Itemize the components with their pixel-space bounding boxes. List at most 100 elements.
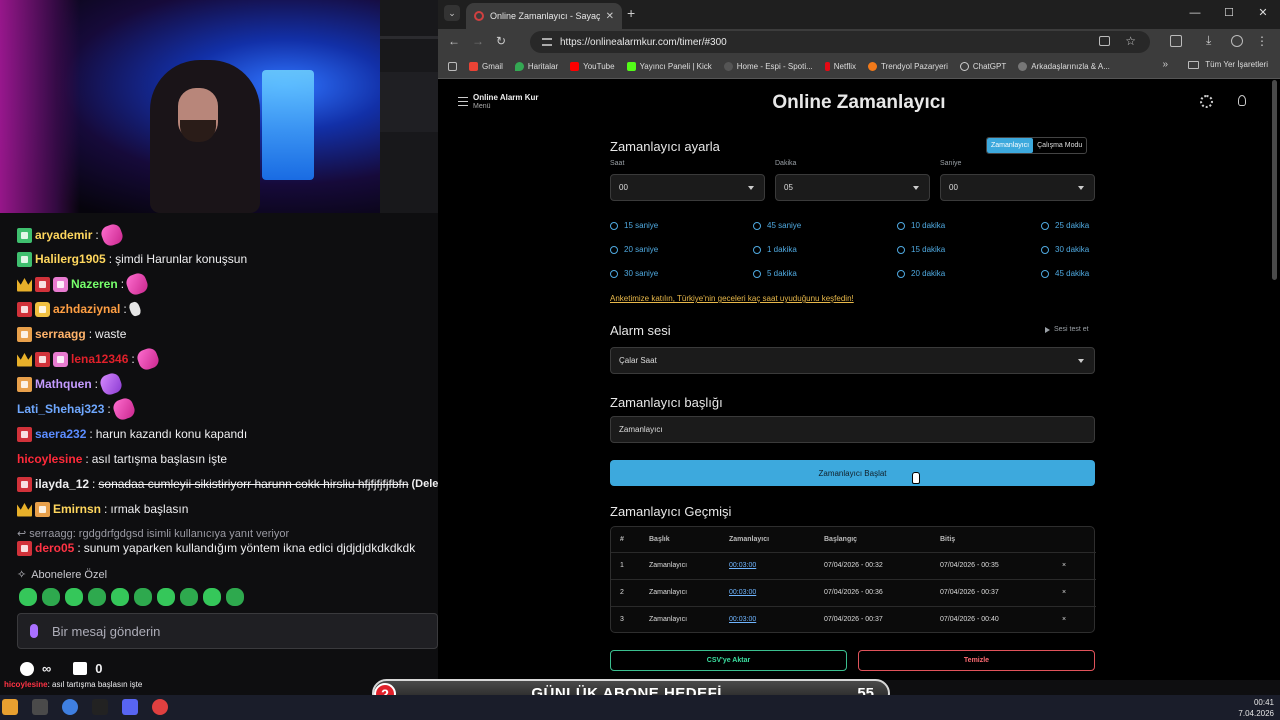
chat-username[interactable]: hicoylesine	[17, 452, 82, 466]
close-window-icon[interactable]: ✕	[1246, 0, 1280, 26]
chat-username[interactable]: azhdaziynal	[53, 302, 120, 316]
timer-title-input[interactable]: Zamanlayıcı	[610, 416, 1095, 443]
duration-link[interactable]: 00:03:00	[729, 562, 756, 569]
duration-link[interactable]: 00:03:00	[729, 589, 756, 596]
more-bookmarks-icon[interactable]: »	[1162, 59, 1168, 70]
chat-username[interactable]: Mathquen	[35, 377, 92, 391]
emote-icon[interactable]	[19, 588, 37, 606]
hour-select[interactable]: 00	[610, 174, 765, 201]
bookmark-star-icon[interactable]: ☆	[1125, 34, 1136, 48]
chat-username[interactable]: serraagg	[35, 327, 86, 341]
chat-message: serraagg: waste	[17, 323, 126, 345]
new-tab-icon[interactable]: +	[627, 5, 635, 21]
profile-icon[interactable]	[1231, 35, 1243, 47]
preset-link[interactable]: 25 dakika	[1041, 221, 1089, 230]
close-tab-icon[interactable]: ✕	[606, 11, 614, 22]
system-clock[interactable]: 00:41 7.04.2026	[1238, 697, 1274, 719]
download-icon[interactable]: ⤓	[1206, 33, 1211, 48]
app-icon[interactable]	[92, 699, 108, 715]
bookmark-youtube[interactable]: YouTube	[570, 62, 615, 71]
lightbulb-icon[interactable]	[1238, 95, 1246, 106]
chat-input[interactable]: Bir mesaj gönderin	[17, 613, 438, 649]
preset-link[interactable]: 1 dakika	[753, 245, 797, 254]
delete-row-icon[interactable]: ×	[1062, 562, 1066, 569]
clear-history-button[interactable]: Temizle	[858, 650, 1095, 671]
chrome-icon[interactable]	[62, 699, 78, 715]
gmail-icon	[469, 62, 478, 71]
emote-icon[interactable]	[203, 588, 221, 606]
bookmark-trendyol[interactable]: Trendyol Pazaryeri	[868, 62, 948, 71]
bookmark-maps[interactable]: Haritalar	[514, 62, 558, 71]
chat-username[interactable]: lena12346	[71, 352, 128, 366]
install-app-icon[interactable]	[1099, 36, 1110, 46]
emote-icon[interactable]	[111, 588, 129, 606]
alarm-sound-select[interactable]: Çalar Saat	[610, 347, 1095, 374]
preset-link[interactable]: 30 saniye	[610, 269, 658, 278]
chat-username[interactable]: ilayda_12	[35, 477, 89, 491]
all-bookmarks[interactable]: Tüm Yer İşaretleri	[1188, 60, 1268, 69]
export-csv-button[interactable]: CSV'ye Aktar	[610, 650, 847, 671]
chat-username[interactable]: Halilerg1905	[35, 252, 106, 266]
app-icon[interactable]	[2, 699, 18, 715]
preset-link[interactable]: 30 dakika	[1041, 245, 1089, 254]
delete-row-icon[interactable]: ×	[1062, 616, 1066, 623]
emote-icon[interactable]	[180, 588, 198, 606]
preset-link[interactable]: 10 dakika	[897, 221, 945, 230]
chat-username[interactable]: dero05	[35, 541, 74, 555]
app-icon[interactable]	[152, 699, 168, 715]
chat-username[interactable]: Emirnsn	[53, 502, 101, 516]
page-scrollbar[interactable]	[1272, 80, 1277, 280]
tab-search-icon[interactable]: ⌄	[444, 5, 460, 21]
emote-icon[interactable]	[42, 588, 60, 606]
emote-icon[interactable]	[88, 588, 106, 606]
app-icon[interactable]	[32, 699, 48, 715]
preset-link[interactable]: 15 saniye	[610, 221, 658, 230]
back-icon[interactable]: ←	[448, 34, 460, 48]
reload-icon[interactable]: ↻	[496, 34, 506, 48]
mode-timer-button[interactable]: Zamanlayıcı	[987, 138, 1034, 153]
preset-link[interactable]: 20 dakika	[897, 269, 945, 278]
bookmark-spotify[interactable]: Home - Espi - Spoti...	[723, 62, 813, 71]
preset-link[interactable]: 5 dakika	[753, 269, 797, 278]
emote-icon[interactable]	[65, 588, 83, 606]
site-info-icon[interactable]	[542, 38, 552, 46]
address-bar[interactable]: https://onlinealarmkur.com/timer/#300 ☆	[530, 31, 1150, 53]
preset-link[interactable]: 45 dakika	[1041, 269, 1089, 278]
bookmark-chatgpt[interactable]: ChatGPT	[959, 62, 1006, 71]
test-sound-button[interactable]: Sesi test et	[1045, 326, 1089, 333]
preset-link[interactable]: 15 dakika	[897, 245, 945, 254]
chat-username[interactable]: Lati_Shehaj323	[17, 402, 104, 416]
delete-row-icon[interactable]: ×	[1062, 589, 1066, 596]
mode-toggle[interactable]: Zamanlayıcı Çalışma Modu	[986, 137, 1088, 154]
chat-username[interactable]: saera232	[35, 427, 86, 441]
preset-link[interactable]: 20 saniye	[610, 245, 658, 254]
chat-message: Mathquen:	[17, 371, 124, 397]
chat-username[interactable]: Nazeren	[71, 277, 118, 291]
discord-icon[interactable]	[122, 699, 138, 715]
emote-icon[interactable]	[134, 588, 152, 606]
start-timer-button[interactable]: Zamanlayıcı Başlat	[610, 460, 1095, 486]
settings-gear-icon[interactable]	[1200, 95, 1213, 108]
microphone-icon[interactable]	[30, 624, 38, 638]
maximize-icon[interactable]: ☐	[1212, 0, 1246, 26]
apps-grid-icon[interactable]	[448, 62, 457, 71]
emote-picker-row[interactable]	[19, 588, 244, 606]
emote-icon[interactable]	[226, 588, 244, 606]
second-select[interactable]: 00	[940, 174, 1095, 201]
emote-icon[interactable]	[157, 588, 175, 606]
extensions-icon[interactable]	[1170, 35, 1182, 47]
bookmark-kick[interactable]: Yayıncı Paneli | Kick	[626, 62, 712, 71]
minimize-icon[interactable]: —	[1178, 0, 1212, 26]
preset-link[interactable]: 45 saniye	[753, 221, 801, 230]
bookmark-gmail[interactable]: Gmail	[469, 62, 503, 71]
menu-kebab-icon[interactable]: ⋮	[1256, 34, 1268, 48]
minute-select[interactable]: 05	[775, 174, 930, 201]
bookmark-friends[interactable]: Arkadaşlarınızla & A...	[1018, 62, 1110, 71]
survey-link[interactable]: Anketimize katılın, Türkiye'nin geceleri…	[610, 294, 854, 303]
mode-work-button[interactable]: Çalışma Modu	[1033, 138, 1086, 153]
chat-username[interactable]: aryademir	[35, 228, 92, 242]
duration-link[interactable]: 00:03:00	[729, 616, 756, 623]
bookmark-netflix[interactable]: Netflix	[824, 62, 856, 71]
browser-tab[interactable]: Online Zamanlayıcı - Sayaç ✕	[466, 3, 622, 29]
forward-icon[interactable]: →	[472, 34, 484, 48]
